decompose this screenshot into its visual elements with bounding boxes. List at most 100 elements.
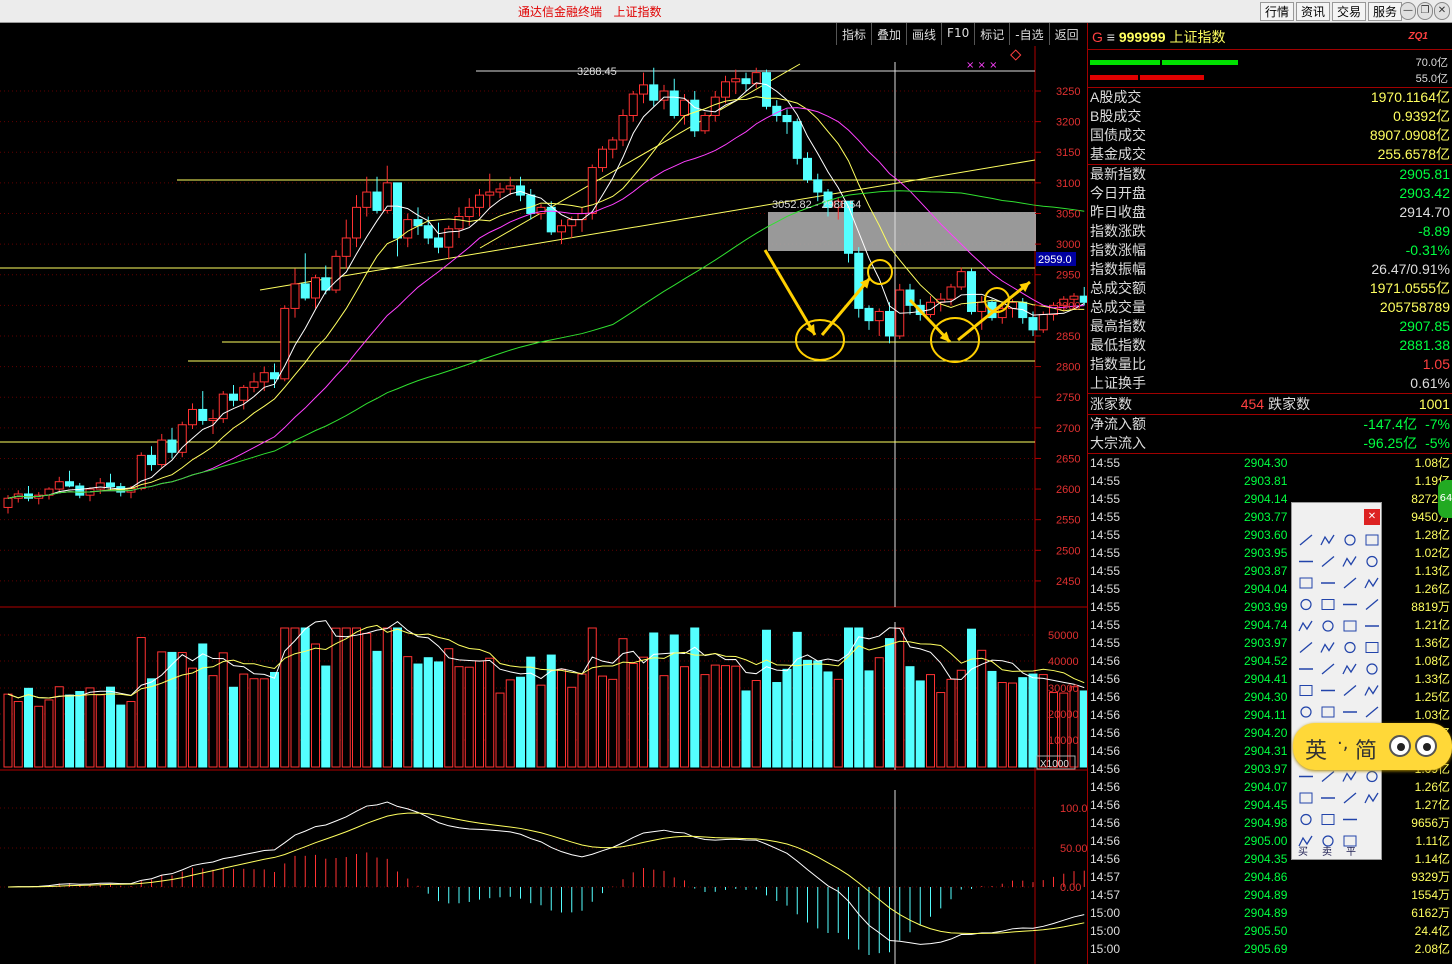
quote-row: 指数量比 1.05 [1088, 355, 1452, 374]
tick-volume: 24.4亿 [1414, 924, 1450, 938]
candle-body [516, 185, 525, 196]
title-menu: 行情 资讯 交易 服务 [1258, 2, 1402, 21]
tick-time: 14:55 [1090, 474, 1121, 488]
tick-row: 14:55 2903.87 1.13亿 [1088, 562, 1452, 580]
tool-rect-icon [1321, 599, 1335, 610]
tick-price: 2903.60 [1244, 528, 1288, 542]
toolbox-tools[interactable] [1292, 503, 1383, 861]
tick-row: 14:55 2904.74 1.21亿 [1088, 616, 1452, 634]
quote-row: 总成交量 205758789 [1088, 298, 1452, 317]
volume-tick-label: 10000 [1048, 735, 1079, 747]
volume-bar [639, 656, 648, 768]
candle-body [1008, 301, 1017, 309]
toolbar-back[interactable]: 返回 [1048, 23, 1084, 45]
tick-price: 2904.35 [1244, 852, 1288, 866]
tick-volume: 1.26亿 [1414, 582, 1450, 596]
toolbar-watchlist[interactable]: -自选 [1009, 23, 1048, 45]
drawing-toolbox[interactable]: ✕ 买 卖 平 [1291, 502, 1382, 860]
flow-label: 大宗流入 [1090, 435, 1146, 451]
volume-bar [475, 660, 484, 768]
toolbar-indicator[interactable]: 指标 [836, 23, 871, 45]
candle-body [598, 148, 607, 169]
toolbar-f10[interactable]: F10 [941, 23, 974, 45]
menu-icon[interactable]: ≡ [1107, 29, 1115, 45]
minimize-icon[interactable]: — [1400, 2, 1416, 20]
ime-toolbar[interactable]: 英 ·, 简 [1293, 723, 1452, 770]
volume-bar [177, 652, 187, 768]
ime-english[interactable]: 英 [1305, 733, 1327, 765]
tick-list[interactable]: 14:55 2904.30 1.08亿 14:55 2903.81 1.19亿 14:55 2… [1088, 454, 1452, 958]
flow-group: 净流入额 -147.4亿 -7% 大宗流入 -96.25亿 -5% [1088, 415, 1452, 454]
tool-line-icon [1321, 556, 1335, 567]
volume-bar [362, 632, 372, 768]
candle-body [198, 408, 208, 421]
menu-service[interactable]: 服务 [1367, 2, 1402, 21]
menu-quotes[interactable]: 行情 [1259, 2, 1294, 21]
restore-icon[interactable]: ❐ [1417, 2, 1433, 20]
tick-volume: 8819万 [1411, 600, 1450, 614]
volume-bar [126, 701, 136, 768]
trade-value: 255.6578亿 [1377, 146, 1450, 162]
tick-time: 15:00 [1090, 924, 1121, 938]
quote-label: 指数振幅 [1090, 261, 1146, 277]
quote-row: 最高指数 2907.85 [1088, 317, 1452, 336]
range-annotation: 3052.82 - 2986.54 [772, 199, 861, 211]
tick-row: 14:56 2905.00 1.11亿 [1088, 832, 1452, 850]
tick-time: 14:55 [1090, 618, 1121, 632]
toolbar-mark[interactable]: 标记 [974, 23, 1009, 45]
price-tick-label: 2550 [1056, 515, 1080, 527]
tool-line-icon [1343, 792, 1357, 804]
up-count: 454 [1240, 396, 1265, 412]
volume-bar [75, 690, 85, 768]
tool-rect-icon [1343, 620, 1357, 632]
candle-body [680, 99, 689, 116]
quote-value: 2914.70 [1399, 204, 1450, 220]
side-badge[interactable]: 64 [1438, 480, 1452, 518]
tool-wave-icon [1364, 577, 1379, 589]
toolbox-flat[interactable]: 平 [1346, 843, 1356, 858]
candle-body [311, 277, 320, 299]
candle-body [885, 310, 894, 337]
volume-tick-label: 30000 [1048, 683, 1079, 695]
candle-body [926, 301, 935, 316]
price-tick-label: 2950 [1056, 270, 1080, 282]
candle-body [249, 381, 259, 388]
price-tick-label: 2700 [1056, 423, 1080, 435]
marker-label: × × × [966, 60, 998, 71]
toolbox-sell[interactable]: 卖 [1322, 843, 1332, 858]
toolbox-buy[interactable]: 买 [1298, 843, 1308, 858]
tick-row: 14:57 2904.89 1554万 [1088, 886, 1452, 904]
toolbar-overlay[interactable]: 叠加 [871, 23, 906, 45]
trade-group: A股成交 1970.1164亿 B股成交 0.9392亿 国债成交 8907.0908亿基… [1088, 88, 1452, 165]
candle-body [567, 219, 577, 227]
candle-body [454, 216, 464, 230]
volume-bar [741, 690, 751, 768]
tool-wave-icon [1320, 534, 1335, 546]
toolbar-draw[interactable]: 画线 [906, 23, 941, 45]
ime-simplified[interactable]: 简 [1355, 733, 1377, 765]
ime-punct[interactable]: ·, [1337, 733, 1348, 754]
volume-bar [516, 676, 525, 768]
close-icon[interactable]: ✕ [1434, 2, 1450, 20]
tool-line-icon [1321, 663, 1335, 675]
tool-rect-icon [1365, 642, 1379, 653]
trade-value: 8907.0908亿 [1369, 127, 1450, 143]
quote-row: 上证换手 0.61% [1088, 374, 1452, 393]
candle-body [495, 188, 505, 193]
tick-volume: 1.11亿 [1415, 834, 1450, 848]
chart-area[interactable]: × × × 3250 3200 3150 3100 3050 3000 2950 2900 28… [0, 46, 1087, 964]
candle-body [782, 114, 792, 123]
tick-price: 2904.31 [1244, 744, 1288, 758]
tick-price: 2903.97 [1244, 636, 1288, 650]
tool-rect-icon [1321, 814, 1335, 825]
volume-bar [895, 627, 905, 768]
price-tick-label: 3100 [1056, 178, 1080, 190]
menu-news[interactable]: 资讯 [1295, 2, 1330, 21]
candle-body [956, 271, 966, 288]
kline-chart[interactable]: × × × 3250 3200 3150 3100 3050 3000 2950 2900 28… [0, 46, 1087, 964]
volume-bar [167, 651, 177, 768]
menu-trade[interactable]: 交易 [1331, 2, 1366, 21]
quote-value: 205758789 [1379, 299, 1450, 315]
tick-time: 14:56 [1090, 726, 1121, 740]
tool-line-icon [1365, 706, 1379, 718]
